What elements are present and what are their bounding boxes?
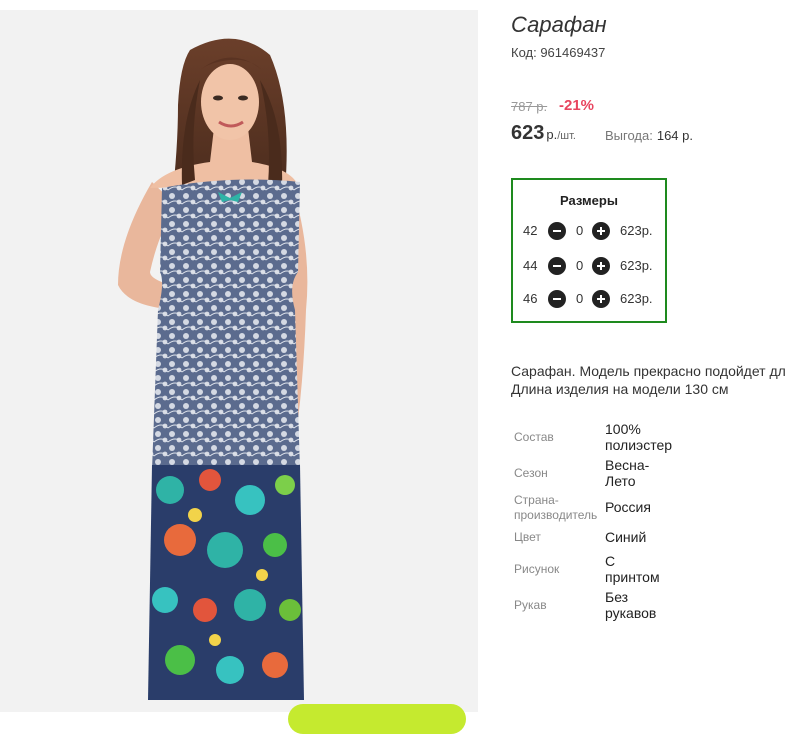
description-line: Сарафан. Модель прекрасно подойдет дл bbox=[511, 363, 786, 379]
price-per-unit: /шт. bbox=[557, 130, 576, 142]
product-photo[interactable] bbox=[0, 10, 478, 712]
price-currency: р./шт. bbox=[546, 127, 576, 142]
size-label: 46 bbox=[523, 291, 538, 306]
spec-label-color: Цвет bbox=[514, 530, 541, 544]
current-price: 623 р./шт. bbox=[511, 122, 576, 145]
discount-badge: -21% bbox=[559, 97, 595, 114]
size-price: 623р. bbox=[620, 223, 653, 238]
spec-label-country: Страна-производитель bbox=[514, 493, 598, 522]
add-to-cart-button[interactable] bbox=[288, 704, 466, 734]
size-price: 623р. bbox=[620, 291, 653, 306]
spec-value-country: Россия bbox=[605, 499, 651, 515]
product-code: Код: 961469437 bbox=[511, 45, 606, 60]
sizes-title: Размеры bbox=[560, 193, 618, 208]
spec-value-season: Весна- Лето bbox=[605, 457, 650, 489]
spec-label-composition: Состав bbox=[514, 430, 554, 444]
size-quantity: 0 bbox=[576, 223, 584, 238]
plus-circle-icon[interactable] bbox=[592, 222, 610, 240]
spec-value-pattern: Спринтом bbox=[605, 553, 660, 585]
minus-circle-icon[interactable] bbox=[548, 290, 566, 308]
plus-circle-icon[interactable] bbox=[592, 290, 610, 308]
minus-circle-icon[interactable] bbox=[548, 257, 566, 275]
spec-value-composition: 100% полиэстер bbox=[605, 421, 673, 453]
size-label: 44 bbox=[523, 258, 538, 273]
size-label: 42 bbox=[523, 223, 538, 238]
sizes-selector: Размеры 42 0 623р. 44 0 623р. 46 0 623р. bbox=[511, 178, 667, 323]
savings-label: Выгода: bbox=[605, 128, 653, 143]
savings: Выгода: 164 р. bbox=[605, 128, 693, 143]
size-price: 623р. bbox=[620, 258, 653, 273]
spec-value-color: Синий bbox=[605, 529, 647, 545]
size-quantity: 0 bbox=[576, 258, 584, 273]
spec-label-pattern: Рисунок bbox=[514, 562, 560, 576]
size-quantity: 0 bbox=[576, 291, 584, 306]
spec-label-sleeve: Рукав bbox=[514, 598, 547, 612]
minus-circle-icon[interactable] bbox=[548, 222, 566, 240]
model-in-dress-image bbox=[118, 38, 308, 700]
product-description: Сарафан. Модель прекрасно подойдет дл Дл… bbox=[511, 362, 790, 398]
product-title: Сарафан bbox=[511, 12, 607, 37]
description-line: Длина изделия на модели 130 см bbox=[511, 381, 729, 397]
spec-value-sleeve: Без рукавов bbox=[605, 589, 657, 621]
savings-value: 164 р. bbox=[656, 128, 693, 143]
spec-label-season: Сезон bbox=[514, 466, 548, 480]
price-value: 623 bbox=[511, 122, 545, 144]
old-price: 787 р. bbox=[511, 99, 548, 114]
plus-circle-icon[interactable] bbox=[592, 257, 610, 275]
